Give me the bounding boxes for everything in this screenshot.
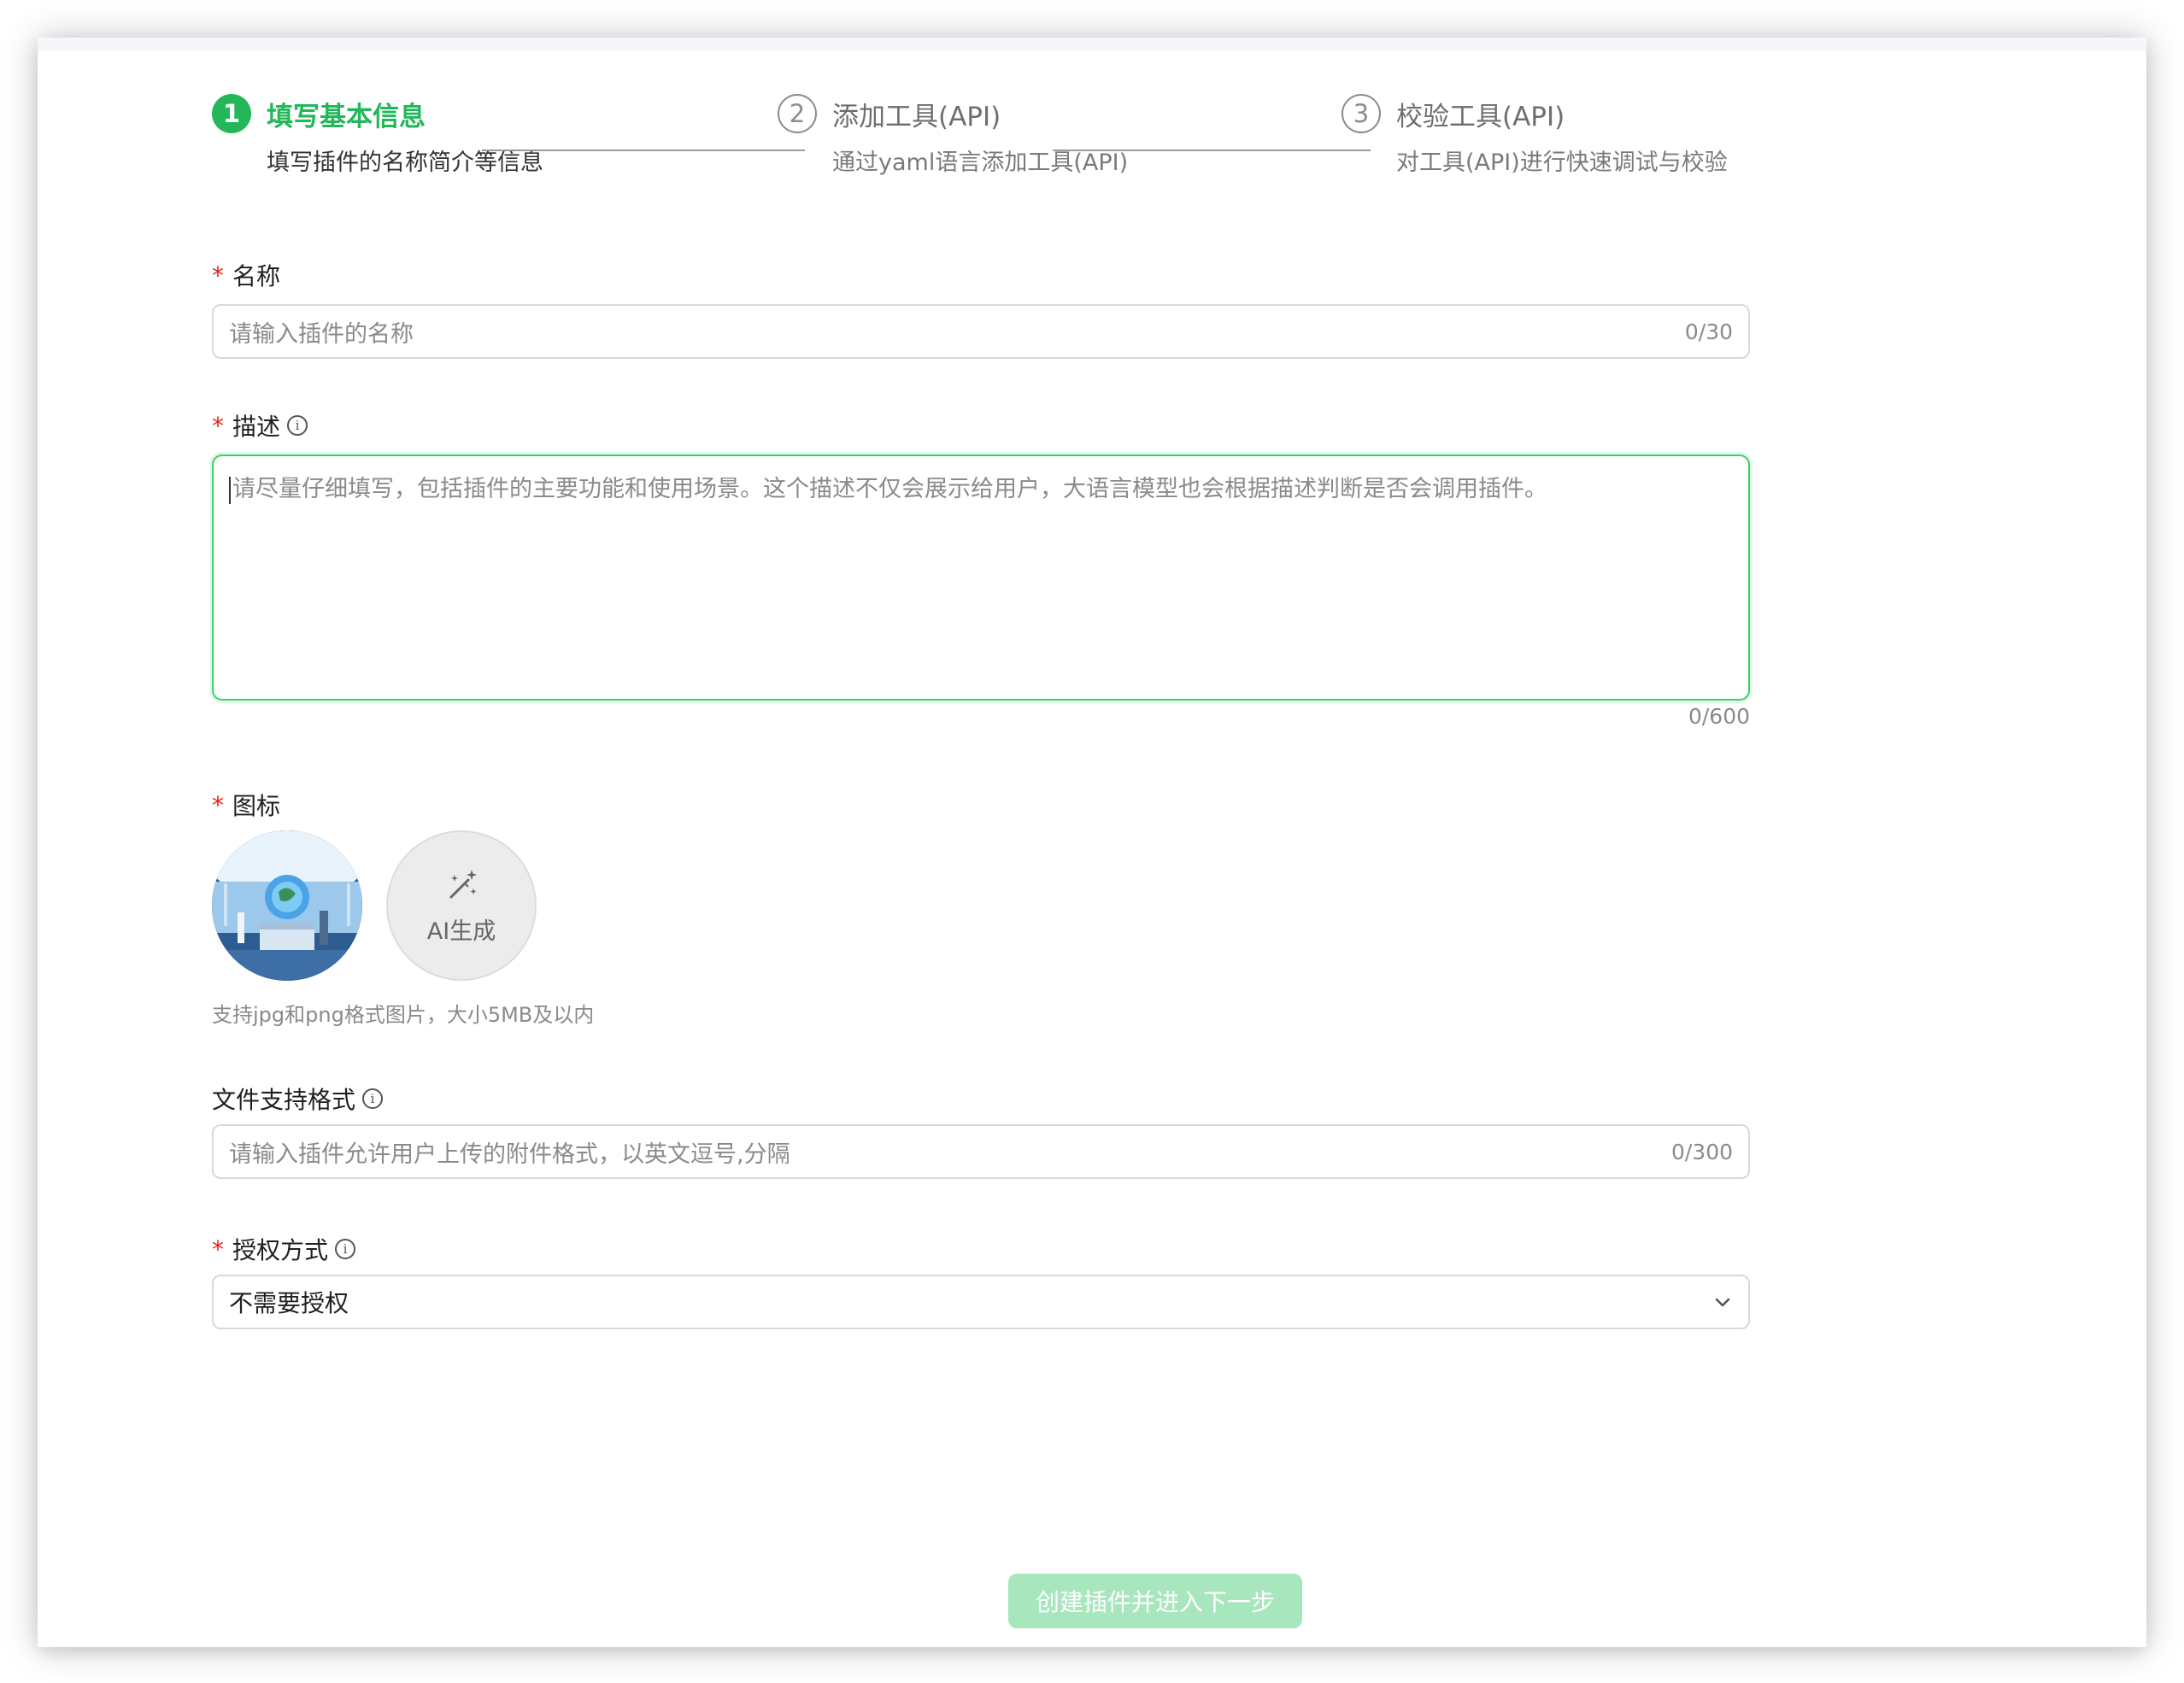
step-connector-1 xyxy=(482,150,805,151)
required-mark: * xyxy=(212,1234,224,1264)
step-3-title: 校验工具(API) xyxy=(1396,101,1565,132)
name-placeholder: 请输入插件的名称 xyxy=(229,320,414,348)
top-bar xyxy=(38,38,2146,51)
auth-label: * 授权方式 i xyxy=(212,1232,356,1266)
step-1: 1 填写基本信息 填写插件的名称简介等信息 xyxy=(212,92,543,177)
name-label-text: 名称 xyxy=(232,262,281,290)
plugin-create-window: 1 填写基本信息 填写插件的名称简介等信息 2 添加工具(API) 通过yaml… xyxy=(38,38,2146,1647)
ai-generate-label: AI生成 xyxy=(426,918,496,945)
auth-select-value: 不需要授权 xyxy=(229,1289,349,1317)
step-2-desc: 通过yaml语言添加工具(API) xyxy=(832,150,1129,176)
file-formats-label: 文件支持格式 i xyxy=(212,1082,384,1116)
step-1-desc: 填写插件的名称简介等信息 xyxy=(267,150,543,176)
stepper: 1 填写基本信息 填写插件的名称简介等信息 2 添加工具(API) 通过yaml… xyxy=(212,92,1750,178)
auth-label-text: 授权方式 xyxy=(232,1236,329,1264)
magic-wand-icon xyxy=(449,869,477,898)
required-mark: * xyxy=(212,411,224,440)
description-textarea[interactable]: 请尽量仔细填写，包括插件的主要功能和使用场景。这个描述不仅会展示给用户，大语言模… xyxy=(212,454,1750,701)
description-counter: 0/600 xyxy=(1688,704,1750,729)
info-icon[interactable]: i xyxy=(287,415,308,436)
info-icon[interactable]: i xyxy=(335,1239,356,1259)
text-caret xyxy=(229,476,231,504)
description-label-text: 描述 xyxy=(232,413,281,441)
step-2-number: 2 xyxy=(778,94,817,133)
step-1-title: 填写基本信息 xyxy=(267,101,426,132)
file-formats-label-text: 文件支持格式 xyxy=(212,1086,356,1114)
name-input[interactable]: 请输入插件的名称 0/30 xyxy=(212,304,1750,359)
file-formats-placeholder: 请输入插件允许用户上传的附件格式，以英文逗号,分隔 xyxy=(229,1141,790,1168)
ai-generate-button[interactable]: AI生成 xyxy=(386,830,537,981)
info-icon[interactable]: i xyxy=(362,1088,384,1109)
file-formats-input[interactable]: 请输入插件允许用户上传的附件格式，以英文逗号,分隔 0/300 xyxy=(212,1124,1750,1179)
icon-hint: 支持jpg和png格式图片，大小5MB及以内 xyxy=(212,1003,595,1027)
plugin-avatar-image[interactable] xyxy=(212,830,362,981)
required-mark: * xyxy=(212,261,224,290)
required-mark: * xyxy=(212,790,224,819)
step-3-desc: 对工具(API)进行快速调试与校验 xyxy=(1396,150,1728,176)
step-2: 2 添加工具(API) 通过yaml语言添加工具(API) xyxy=(778,92,1128,177)
name-label: * 名称 xyxy=(212,258,280,292)
icon-row: AI生成 xyxy=(212,830,537,981)
step-connector-2 xyxy=(1053,150,1371,151)
name-counter: 0/30 xyxy=(1684,319,1733,344)
chevron-down-icon xyxy=(1715,1298,1730,1307)
description-placeholder: 请尽量仔细填写，包括插件的主要功能和使用场景。这个描述不仅会展示给用户，大语言模… xyxy=(232,476,1547,502)
step-3-number: 3 xyxy=(1342,94,1381,133)
step-2-title: 添加工具(API) xyxy=(832,101,1001,132)
create-and-next-button[interactable]: 创建插件并进入下一步 xyxy=(1008,1574,1302,1628)
icon-label-text: 图标 xyxy=(232,792,281,820)
auth-select[interactable]: 不需要授权 xyxy=(212,1275,1750,1329)
description-label: * 描述 i xyxy=(212,408,308,443)
step-3: 3 校验工具(API) 对工具(API)进行快速调试与校验 xyxy=(1342,92,1728,177)
icon-label: * 图标 xyxy=(212,788,280,822)
file-formats-counter: 0/300 xyxy=(1670,1139,1733,1164)
step-1-number: 1 xyxy=(212,94,251,133)
